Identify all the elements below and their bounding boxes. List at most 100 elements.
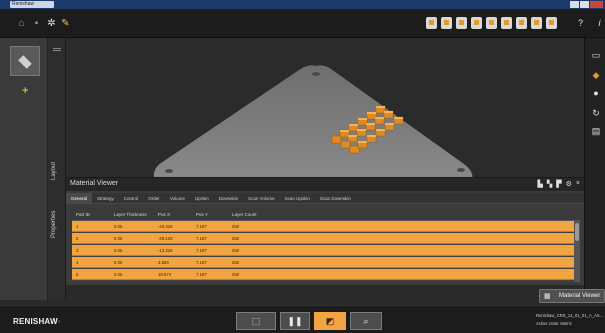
review-step[interactable]: ⌕ xyxy=(350,312,382,330)
save-icon[interactable]: ▪ xyxy=(31,18,42,29)
table-cell: 0.06 xyxy=(114,236,123,241)
layers-icon[interactable]: ▭ xyxy=(591,50,601,60)
collapse-icon[interactable] xyxy=(53,48,61,51)
build-plate-thumbnail[interactable] xyxy=(10,46,40,76)
table-row[interactable]: 3 0.06 -13.316 7.187 250 xyxy=(72,245,580,256)
view-left-icon[interactable] xyxy=(471,17,482,29)
tab-downskin[interactable]: Downskin xyxy=(214,193,244,204)
close-button[interactable] xyxy=(590,1,603,8)
3d-viewport[interactable] xyxy=(66,38,584,183)
tab-control[interactable]: Control xyxy=(119,193,144,204)
view-top-icon[interactable] xyxy=(501,17,512,29)
view-bottom-icon[interactable] xyxy=(516,17,527,29)
maximize-button[interactable] xyxy=(580,1,589,8)
table-cell: 4 xyxy=(76,260,79,265)
table-cell: 250 xyxy=(232,260,240,265)
view-icons-group xyxy=(426,17,557,29)
view-back-icon[interactable] xyxy=(456,17,467,29)
material-grid: Part ID Layer Thickness Pos X Pos Y Laye… xyxy=(72,208,580,282)
info-icon[interactable]: i xyxy=(594,18,605,29)
layout-step[interactable]: ⬚ xyxy=(236,312,276,330)
home-icon[interactable]: ⌂ xyxy=(16,18,27,29)
table-row[interactable]: 2 0.06 -28.126 7.187 250 xyxy=(72,233,580,244)
settings-icon[interactable]: ⚙ xyxy=(566,180,572,188)
table-cell: 250 xyxy=(232,248,240,253)
table-row[interactable]: 4 0.06 3.694 7.187 250 xyxy=(72,257,580,268)
view-front-icon[interactable] xyxy=(441,17,452,29)
material-viewer-icon: ▦ xyxy=(544,293,551,300)
column-header[interactable]: Layer Count xyxy=(232,212,257,217)
column-header[interactable]: Part ID xyxy=(76,212,90,217)
material-viewer-tabs: General Strategy Control Order Volume Up… xyxy=(66,193,584,204)
grid-header: Part ID Layer Thickness Pos X Pos Y Laye… xyxy=(72,208,580,221)
material-viewer-button[interactable]: ▦ Material Viewer xyxy=(539,289,605,303)
layer-list: + xyxy=(0,38,48,300)
view-iso-icon[interactable] xyxy=(426,17,437,29)
status-text: Active Units: Metric xyxy=(536,321,572,326)
column-header[interactable]: Pos Y xyxy=(196,212,208,217)
left-panel: + Properties Layout xyxy=(0,38,66,300)
build-plate xyxy=(153,65,473,183)
tab-scan-upskin[interactable]: Scan Upskin xyxy=(280,193,315,204)
layout-step-icon: ⬚ xyxy=(251,316,261,326)
tab-order[interactable]: Order xyxy=(143,193,165,204)
rotate-icon[interactable]: ↻ xyxy=(591,108,601,118)
tab-general[interactable]: General xyxy=(66,193,93,204)
table-cell: 250 xyxy=(232,224,240,229)
view-right-icon[interactable] xyxy=(486,17,497,29)
table-cell: 5 xyxy=(76,272,79,277)
table-cell: -13.316 xyxy=(158,248,173,253)
table-cell: 0.06 xyxy=(114,248,123,253)
gear-icon[interactable]: ✲ xyxy=(46,18,57,29)
column-header[interactable]: Pos X xyxy=(158,212,170,217)
file-name: Renishaw_CRS_14_01_01_A_AS... xyxy=(536,313,604,318)
material-viewer-button-label: Material Viewer xyxy=(559,293,601,299)
table-cell: 0.06 xyxy=(114,224,123,229)
tab-volume[interactable]: Volume xyxy=(165,193,190,204)
fit-icon[interactable] xyxy=(546,17,557,29)
part-icon[interactable]: ◆ xyxy=(591,70,601,80)
tab-upskin[interactable]: Upskin xyxy=(190,193,214,204)
tools-icon[interactable]: ✎ xyxy=(60,18,71,29)
table-row[interactable]: 1 0.06 -43.316 7.187 250 xyxy=(72,221,580,232)
tab-layout[interactable]: Layout xyxy=(51,162,57,180)
table-cell: 7.187 xyxy=(196,248,207,253)
build-prep-step-icon: ◩ xyxy=(325,316,335,326)
window-controls xyxy=(570,1,603,8)
support-step-icon: ❚❚ xyxy=(287,316,303,326)
window-title: Renishaw QuantAM xyxy=(10,1,54,8)
logo-text: RENISHAW xyxy=(13,317,58,326)
filter-icon[interactable]: ▛ xyxy=(556,180,561,188)
support-step[interactable]: ❚❚ xyxy=(280,312,310,330)
help-icon[interactable]: ? xyxy=(575,18,586,29)
tab-scan-downskin[interactable]: Scan Downskin xyxy=(315,193,356,204)
material-viewer-header-icons: ▙ ▚ ▛ ⚙ × xyxy=(537,180,580,188)
table-cell: 0.06 xyxy=(114,260,123,265)
table-cell: 2 xyxy=(76,236,79,241)
review-step-icon: ⌕ xyxy=(363,316,369,326)
add-button[interactable]: + xyxy=(22,85,28,97)
report-icon[interactable]: ▤ xyxy=(591,126,601,136)
tab-properties[interactable]: Properties xyxy=(51,211,57,238)
table-cell: 18.674 xyxy=(158,272,172,277)
tab-scan-volume[interactable]: Scan Volume xyxy=(243,193,280,204)
table-cell: 7.187 xyxy=(196,224,207,229)
material-icon[interactable]: ● xyxy=(591,88,601,98)
material-viewer-title: Material Viewer xyxy=(70,180,119,187)
export-icon[interactable]: ▙ xyxy=(537,180,542,188)
close-panel-icon[interactable]: × xyxy=(576,180,580,188)
tab-strategy[interactable]: Strategy xyxy=(92,193,119,204)
build-prep-step[interactable]: ◩ xyxy=(314,312,346,330)
minimize-button[interactable] xyxy=(570,1,579,8)
table-cell: 7.187 xyxy=(196,260,207,265)
render-icon[interactable] xyxy=(531,17,542,29)
side-tabs: Properties Layout xyxy=(48,38,66,300)
table-row[interactable]: 5 0.06 18.674 7.187 250 xyxy=(72,269,580,280)
table-cell: 3.694 xyxy=(158,260,169,265)
material-viewer-header: Material Viewer ▙ ▚ ▛ ⚙ × xyxy=(66,178,584,191)
copy-icon[interactable]: ▚ xyxy=(547,180,552,188)
grid-scrollbar[interactable] xyxy=(574,221,580,282)
bottom-bar: RENISHAW◦ ⬚ ❚❚ ◩ ⌕ Renishaw_CRS_14_01_01… xyxy=(0,305,605,333)
window-title-bar: Renishaw QuantAM xyxy=(0,0,605,10)
column-header[interactable]: Layer Thickness xyxy=(114,212,147,217)
